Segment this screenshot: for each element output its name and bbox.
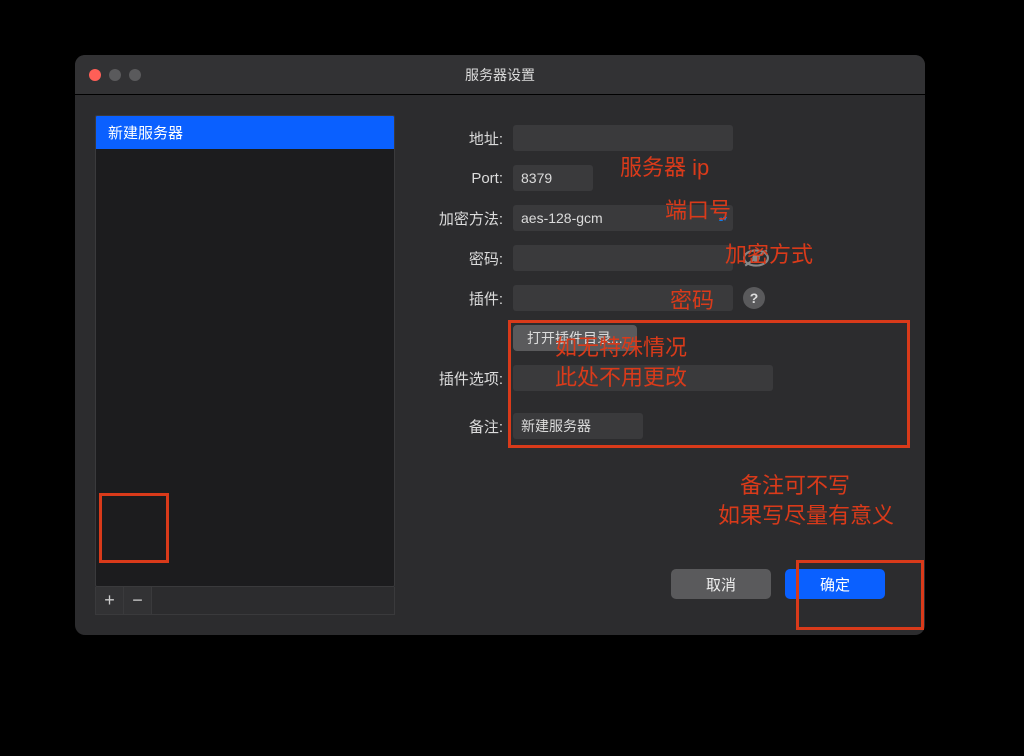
open-plugin-dir-button[interactable]: 打开插件目录... xyxy=(513,325,637,351)
chevron-updown-icon: ▴▾ xyxy=(719,214,727,223)
row-address: 地址: xyxy=(413,125,905,151)
settings-form: 地址: Port: 加密方法: aes-128-gcm ▴▾ 密码: xyxy=(413,125,905,439)
content-area: 新建服务器 + − 地址: Port: 加密方法: xyxy=(75,95,925,635)
titlebar: 服务器设置 xyxy=(75,55,925,95)
row-plugin-dir: 打开插件目录... xyxy=(413,325,905,351)
row-password: 密码: xyxy=(413,245,905,271)
cancel-button[interactable]: 取消 xyxy=(671,569,771,599)
row-plugin-options: 插件选项: xyxy=(413,365,905,391)
add-server-button[interactable]: + xyxy=(96,587,124,614)
row-remark: 备注: xyxy=(413,413,905,439)
plugin-help-icon[interactable]: ? xyxy=(743,287,765,309)
password-label: 密码: xyxy=(413,248,503,269)
minimize-window-icon[interactable] xyxy=(109,69,121,81)
address-label: 地址: xyxy=(413,128,503,149)
address-input[interactable] xyxy=(513,125,733,151)
window-title: 服务器设置 xyxy=(75,65,925,85)
list-controls: + − xyxy=(95,587,395,615)
encryption-select[interactable]: aes-128-gcm ▴▾ xyxy=(513,205,733,231)
port-label: Port: xyxy=(413,170,503,187)
window-controls xyxy=(89,69,141,81)
form-panel: 地址: Port: 加密方法: aes-128-gcm ▴▾ 密码: xyxy=(413,115,905,615)
zoom-window-icon[interactable] xyxy=(129,69,141,81)
port-input[interactable] xyxy=(513,165,593,191)
row-port: Port: xyxy=(413,165,905,191)
server-list-item[interactable]: 新建服务器 xyxy=(96,116,394,149)
row-encryption: 加密方法: aes-128-gcm ▴▾ xyxy=(413,205,905,231)
ok-button[interactable]: 确定 xyxy=(785,569,885,599)
server-list[interactable]: 新建服务器 xyxy=(95,115,395,587)
footer-buttons: 取消 确定 xyxy=(413,553,905,615)
row-plugin: 插件: ? xyxy=(413,285,905,311)
plugin-options-label: 插件选项: xyxy=(413,368,503,389)
settings-dialog: 服务器设置 新建服务器 + − 地址: Port: xyxy=(75,55,925,635)
remove-server-button[interactable]: − xyxy=(124,587,152,614)
encryption-value: aes-128-gcm xyxy=(521,210,603,226)
toggle-password-visibility-icon[interactable] xyxy=(743,247,769,269)
plugin-options-input[interactable] xyxy=(513,365,773,391)
remark-input[interactable] xyxy=(513,413,643,439)
close-window-icon[interactable] xyxy=(89,69,101,81)
plugin-label: 插件: xyxy=(413,288,503,309)
left-panel: 新建服务器 + − xyxy=(95,115,395,615)
plugin-input[interactable] xyxy=(513,285,733,311)
encryption-label: 加密方法: xyxy=(413,208,503,229)
password-input[interactable] xyxy=(513,245,733,271)
remark-label: 备注: xyxy=(413,416,503,437)
